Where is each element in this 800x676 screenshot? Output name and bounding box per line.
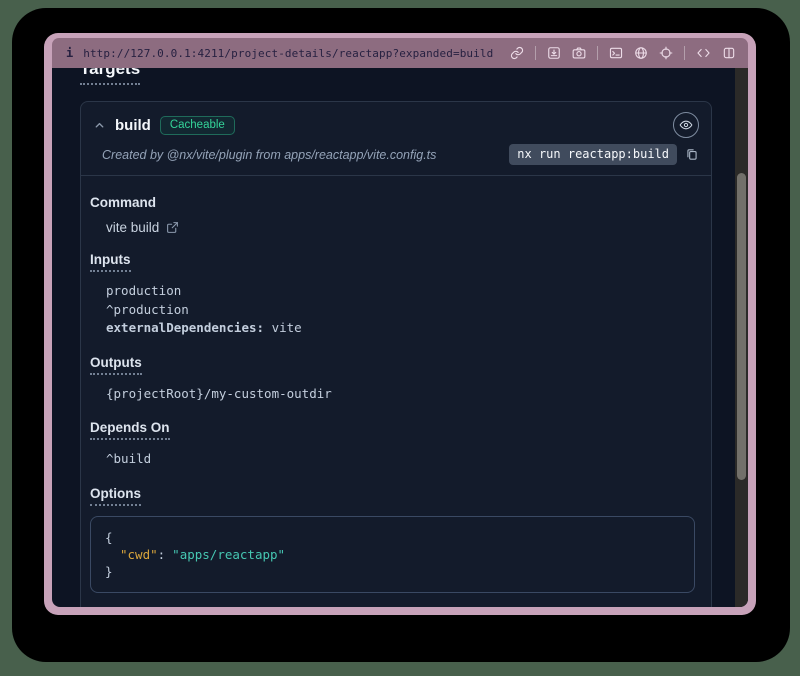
external-link-icon[interactable] (166, 221, 179, 234)
target-name[interactable]: build (115, 117, 151, 134)
info-icon[interactable]: i (66, 46, 73, 60)
section-command-label: Command (90, 195, 156, 210)
scrollbar-thumb[interactable] (737, 173, 746, 480)
code-icon[interactable] (696, 46, 711, 60)
toolbar-separator (535, 46, 536, 60)
build-card-header: build Cacheable (81, 102, 711, 141)
target-card-build: build Cacheable Created by @nx/vite/plug… (80, 101, 712, 607)
split-view-icon[interactable] (722, 46, 736, 60)
view-in-graph-button[interactable] (673, 112, 699, 138)
section-command: Command (90, 195, 695, 210)
json-line: "cwd":"apps/reactapp" (105, 546, 680, 563)
input-item: ^production (106, 301, 695, 320)
input-item: externalDependencies: vite (106, 319, 695, 338)
depends-on-item: ^build (106, 450, 695, 469)
input-item: production (106, 282, 695, 301)
build-card-body: Command vite build Inputs production ^pr… (81, 176, 711, 607)
section-inputs: Inputs (90, 252, 695, 272)
build-card-subheader: Created by @nx/vite/plugin from apps/rea… (81, 141, 711, 175)
globe-icon[interactable] (634, 46, 648, 60)
page-content: Targets build Cacheable Created by @nx/v… (52, 68, 748, 607)
url-text[interactable]: http://127.0.0.1:4211/project-details/re… (83, 47, 493, 60)
camera-icon[interactable] (572, 46, 586, 60)
output-item: {projectRoot}/my-custom-outdir (106, 385, 695, 404)
toolbar-icon-group (510, 46, 736, 60)
section-options: Options (90, 486, 695, 506)
input-ext-deps-value: vite (272, 320, 302, 335)
chevron-up-icon[interactable] (93, 119, 106, 132)
import-icon[interactable] (547, 46, 561, 60)
json-key-cwd: "cwd" (120, 547, 158, 562)
targets-heading-text: Targets (80, 68, 140, 85)
section-inputs-label: Inputs (90, 252, 131, 272)
json-line: } (105, 563, 680, 580)
command-value: vite build (106, 220, 159, 235)
cacheable-badge: Cacheable (160, 116, 235, 135)
scrollbar[interactable] (735, 68, 748, 607)
input-ext-deps-key: externalDependencies: (106, 320, 264, 335)
options-json-block: { "cwd":"apps/reactapp" } (90, 516, 695, 593)
section-depends-on: Depends On (90, 420, 695, 440)
section-options-label: Options (90, 486, 141, 506)
run-command-chip[interactable]: nx run reactapp:build (509, 144, 677, 165)
depends-on-list: ^build (106, 450, 695, 469)
json-line: { (105, 529, 680, 546)
outputs-list: {projectRoot}/my-custom-outdir (106, 385, 695, 404)
section-outputs-label: Outputs (90, 355, 142, 375)
copy-icon[interactable] (685, 147, 699, 162)
json-value-cwd: "apps/reactapp" (172, 547, 285, 562)
command-value-row: vite build (106, 220, 695, 235)
section-depends-on-label: Depends On (90, 420, 170, 440)
browser-toolbar: i http://127.0.0.1:4211/project-details/… (52, 38, 748, 68)
crosshair-icon[interactable] (659, 46, 673, 60)
section-outputs: Outputs (90, 355, 695, 375)
inputs-list: production ^production externalDependenc… (106, 282, 695, 338)
created-by-text: Created by @nx/vite/plugin from apps/rea… (102, 148, 436, 162)
link-icon[interactable] (510, 46, 524, 60)
targets-heading: Targets (80, 68, 712, 85)
browser-window: i http://127.0.0.1:4211/project-details/… (44, 33, 756, 615)
toolbar-separator (597, 46, 598, 60)
toolbar-separator (684, 46, 685, 60)
terminal-icon[interactable] (609, 46, 623, 60)
